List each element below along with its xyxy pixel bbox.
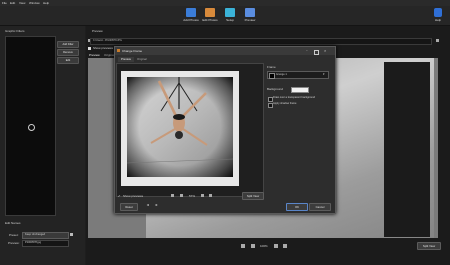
edit-button[interactable]: Edit [57, 57, 79, 64]
main-tab-preview[interactable]: Preview [89, 54, 100, 57]
main-zoom-value: 100% [260, 244, 268, 248]
right-dark-area [384, 62, 430, 237]
preview-file-value: P1000578.jpg [25, 241, 42, 244]
dialog-split-view-button[interactable]: Split View [242, 192, 264, 200]
close-icon[interactable]: × [324, 48, 326, 53]
menu-view[interactable]: View [19, 1, 25, 5]
frame-dropdown-chevron-icon: ▾ [323, 72, 325, 76]
setup-icon [225, 8, 235, 17]
dialog-reset-button[interactable]: Reset [120, 203, 138, 211]
edit-names-label: Edit Names [5, 221, 21, 225]
frame-swatch [269, 73, 275, 79]
preset-dropdown[interactable]: Keep Unchanged [22, 232, 69, 239]
shadow-frame-label: Apply shadow frame [273, 102, 297, 105]
help-label: Help [434, 18, 442, 22]
dialog-zoom-value: 57% [189, 193, 196, 198]
preview-section-label: Preview [92, 29, 103, 33]
frame-label: Frame [267, 65, 276, 69]
help-button[interactable]: Help [427, 8, 449, 25]
dialog-title: Change Frame [122, 48, 143, 53]
minimize-icon[interactable]: – [306, 49, 308, 52]
dialog-show-previews-check-icon[interactable]: ✔ [118, 195, 121, 198]
dialog-app-icon [117, 49, 120, 52]
pencil-icon[interactable] [70, 233, 73, 236]
setup-label: Setup [226, 18, 234, 22]
show-previews-checkbox[interactable] [88, 47, 91, 50]
edit-photos-button[interactable]: Edit Photos [199, 8, 221, 25]
graphic-filters-title: Graphic Filters [5, 29, 25, 33]
maximize-icon[interactable] [314, 49, 319, 55]
shadow-frame-checkbox[interactable] [268, 103, 273, 108]
main-tab-original[interactable]: Original [104, 54, 114, 57]
redo-icon[interactable]: ► [155, 203, 158, 207]
zoom-in-icon[interactable] [283, 244, 287, 248]
dialog-cancel-button[interactable]: Cancel [309, 203, 331, 211]
menu-window[interactable]: Window [29, 1, 40, 5]
help-icon [434, 8, 442, 17]
path-value: C:\Users\...\P1000578.JPG [93, 39, 122, 42]
path-dropdown-icon[interactable] [436, 39, 439, 42]
preview-button[interactable]: Preview [239, 8, 261, 25]
background-color-swatch[interactable] [291, 87, 309, 93]
main-toolbar: Add Photos Edit Photos Setup Preview Hel… [0, 6, 450, 26]
menu-edit[interactable]: Edit [10, 1, 15, 5]
transparent-bg-label: Draw over a transparent background [273, 96, 316, 99]
zoom-out-icon[interactable] [274, 244, 278, 248]
undo-icon[interactable]: ◄ [146, 203, 149, 207]
preview-field-label: Preview: [8, 241, 20, 245]
show-previews-label: Show previews [93, 46, 114, 50]
transparent-bg-checkbox[interactable] [268, 97, 273, 102]
add-filter-target-icon [28, 124, 35, 131]
remove-button[interactable]: Remove [57, 49, 79, 56]
dialog-zoom-in-icon[interactable] [209, 194, 212, 197]
add-photos-icon [186, 8, 196, 17]
preset-value: Keep Unchanged [25, 233, 46, 236]
menu-file[interactable]: File [2, 1, 7, 5]
preset-label: Preset: [9, 233, 19, 237]
preview-icon [245, 8, 255, 17]
actual-size-icon[interactable] [251, 244, 255, 248]
main-split-view-button[interactable]: Split View [417, 242, 441, 250]
dialog-tab-original[interactable]: Original [134, 57, 150, 62]
dialog-zoom-out-icon[interactable] [201, 194, 204, 197]
frame-value: Grunge 1 [276, 72, 287, 76]
setup-button[interactable]: Setup [219, 8, 241, 25]
edit-photos-label: Edit Photos [202, 18, 218, 22]
path-field[interactable]: C:\Users\...\P1000578.JPG [90, 38, 432, 45]
edit-photos-icon [205, 8, 215, 17]
add-filter-button[interactable]: Add Filter [57, 41, 79, 48]
dialog-title-bar: Change Frame – × [115, 47, 335, 55]
dialog-show-previews-label: Show previews [123, 194, 144, 198]
framed-photo-preview [121, 71, 239, 186]
filters-list[interactable] [5, 36, 56, 216]
dialog-ok-button[interactable]: OK [286, 203, 308, 211]
preview-label: Preview [244, 18, 256, 22]
background-label: Background [267, 87, 284, 91]
fit-icon[interactable] [241, 244, 245, 248]
preview-file-field[interactable]: P1000578.jpg [22, 240, 69, 247]
menu-help[interactable]: Help [43, 1, 49, 5]
dialog-tab-preview[interactable]: Preview [118, 57, 134, 62]
dialog-actual-size-icon[interactable] [180, 194, 183, 197]
dialog-fit-icon[interactable] [171, 194, 174, 197]
frame-dropdown[interactable]: Grunge 1 ▾ [267, 71, 329, 79]
framed-photo-svg [126, 77, 234, 177]
